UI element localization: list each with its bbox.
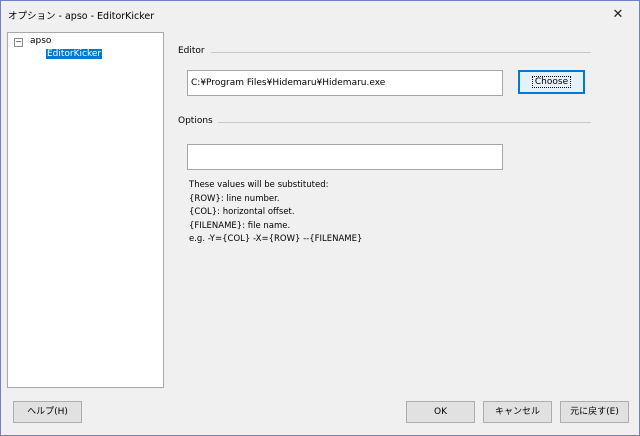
choose-button-label: Choose [531, 76, 572, 88]
editor-group-divider [211, 52, 591, 53]
ok-button[interactable]: OK [406, 401, 475, 423]
substitution-help: These values will be substituted: {ROW}:… [189, 179, 362, 247]
choose-button[interactable]: Choose [518, 70, 585, 94]
options-group-divider [218, 122, 591, 123]
close-icon[interactable]: ✕ [601, 5, 635, 25]
editor-group-label: Editor [178, 46, 205, 56]
window-title: オプション - apso - EditorKicker [8, 11, 155, 22]
collapse-icon[interactable]: − [14, 38, 23, 47]
options-field[interactable] [187, 144, 503, 170]
help-line: {ROW}: line number. [189, 193, 280, 204]
title-bar[interactable]: オプション - apso - EditorKicker ✕ [1, 1, 639, 28]
editor-path-input[interactable] [188, 71, 502, 95]
options-dialog: オプション - apso - EditorKicker ✕ − apso Edi… [0, 0, 640, 436]
reset-button[interactable]: 元に戻す(E) [560, 401, 629, 423]
help-line: {COL}: horizontal offset. [189, 207, 295, 217]
tree-item-apso[interactable]: apso [30, 36, 51, 46]
help-line: These values will be substituted: [189, 180, 329, 190]
help-line: {FILENAME}: file name. [189, 220, 291, 231]
help-line: e.g. -Y={COL} -X={ROW} --{FILENAME} [189, 234, 363, 244]
help-button[interactable]: ヘルプ(H) [13, 401, 82, 423]
options-tree[interactable]: − apso EditorKicker [7, 32, 164, 388]
cancel-button[interactable]: キャンセル [483, 401, 552, 423]
tree-item-editorkicker[interactable]: EditorKicker [46, 49, 103, 59]
options-group-label: Options [178, 116, 213, 126]
options-input[interactable] [188, 145, 502, 169]
editor-path-field[interactable] [187, 70, 503, 96]
